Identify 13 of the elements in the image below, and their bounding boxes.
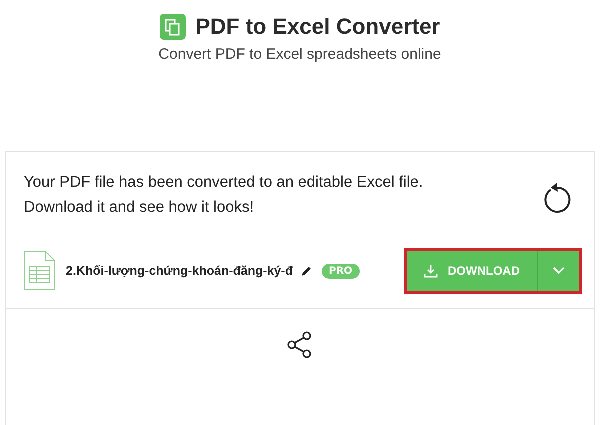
result-message: Your PDF file has been converted to an editable Excel file. Download it and see how it looks! [24, 173, 424, 218]
pencil-icon[interactable] [300, 266, 312, 276]
restart-icon[interactable] [542, 182, 572, 214]
share-icon[interactable] [286, 331, 314, 359]
file-name: 2.Khối-lượng-chứng-khoán-đăng-ký-đ [66, 264, 293, 278]
download-button[interactable]: DOWNLOAD [407, 251, 537, 291]
spreadsheet-file-icon [24, 251, 56, 291]
spreadsheet-logo-icon [160, 14, 186, 40]
page-title: PDF to Excel Converter [196, 14, 440, 40]
chevron-down-icon [552, 267, 564, 275]
page-subtitle: Convert PDF to Excel spreadsheets online [158, 46, 442, 63]
download-icon [424, 264, 438, 278]
pro-badge: PRO [322, 264, 360, 278]
